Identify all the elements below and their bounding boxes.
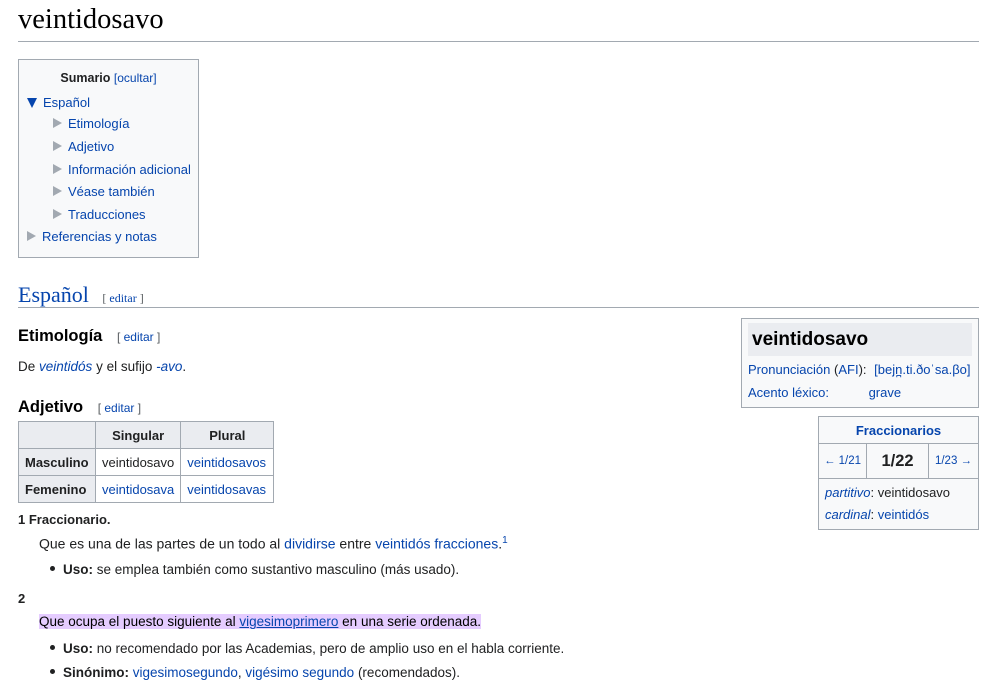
sense-2-header: 2 xyxy=(18,591,26,606)
partitivo-row: partitivo: veintidosavo xyxy=(825,485,951,500)
bullet-icon xyxy=(50,669,55,674)
afi-link[interactable]: AFI xyxy=(838,362,858,377)
link-veintidosava[interactable]: veintidosava xyxy=(102,482,174,497)
infobox-title: veintidosavo xyxy=(748,323,972,356)
sense-1-uso: Uso: se emplea también como sustantivo m… xyxy=(50,562,459,577)
link-veintidosavas[interactable]: veintidosavas xyxy=(187,482,266,497)
table-row: Femenino veintidosava veintidosavas xyxy=(18,475,275,503)
sense-2-definition: Que ocupa el puesto siguiente al vigesim… xyxy=(39,614,482,629)
acento-row: Acento léxico: grave xyxy=(748,385,901,400)
triangle-right-icon[interactable] xyxy=(53,164,62,174)
fraccionarios-box: Fraccionarios ← 1/21 1/22 1/23 → partiti… xyxy=(818,416,979,530)
table-header-empty xyxy=(18,421,96,449)
link-vigesimosegundo[interactable]: vigesimosegundo xyxy=(133,665,238,680)
edit-section-etimologia: [ editar ] xyxy=(116,330,161,344)
link-vigesimo-segundo[interactable]: vigésimo segundo xyxy=(245,665,354,680)
link-vigesimoprimero[interactable]: vigesimoprimero xyxy=(239,614,338,629)
triangle-right-icon[interactable] xyxy=(53,186,62,196)
toc-header: Sumario [ocultar] xyxy=(19,71,198,85)
etymology-text: De veintidós y el sufijo -avo. xyxy=(18,359,187,374)
bullet-icon xyxy=(50,566,55,571)
reference-1[interactable]: 1 xyxy=(502,535,508,546)
title-divider xyxy=(18,41,979,42)
row-label-masculino: Masculino xyxy=(18,448,96,476)
acento-value[interactable]: grave xyxy=(869,385,902,400)
toc-hide-link[interactable]: [ocultar] xyxy=(114,71,157,85)
toc-item-adjetivo[interactable]: Adjetivo xyxy=(53,139,114,154)
toc-item-informacion-adicional[interactable]: Información adicional xyxy=(53,162,191,177)
pronunciation-infobox: veintidosavo Pronunciación (AFI): [bejn̪… xyxy=(741,318,979,408)
table-header-row: Singular Plural xyxy=(18,421,275,449)
cardinal-link[interactable]: cardinal xyxy=(825,507,871,522)
table-row: Masculino veintidosavo veintidosavos xyxy=(18,448,275,476)
edit-section-espanol: [ editar ] xyxy=(102,291,144,305)
triangle-down-icon[interactable] xyxy=(27,98,37,108)
link-veintidos-2[interactable]: veintidós xyxy=(375,536,430,552)
toc-item-vease-tambien[interactable]: Véase también xyxy=(53,184,155,199)
fraccionario-next: 1/23 → xyxy=(929,444,978,479)
pronunciation-value[interactable]: [bejn̪.ti.ðoˈsa.βo] xyxy=(874,362,970,377)
fraccionarios-title[interactable]: Fraccionarios xyxy=(819,417,978,444)
toc-item-traducciones[interactable]: Traducciones xyxy=(53,207,146,222)
link-fracciones[interactable]: fracciones xyxy=(434,536,498,552)
table-header-singular: Singular xyxy=(94,421,182,449)
section-divider xyxy=(18,307,979,308)
fraccionario-current: 1/22 xyxy=(867,444,929,479)
triangle-right-icon[interactable] xyxy=(53,141,62,151)
cardinal-row: cardinal: veintidós xyxy=(825,507,930,522)
table-of-contents: Sumario [ocultar] Español Etimología Adj… xyxy=(18,59,199,258)
toc-item-espanol[interactable]: Español xyxy=(27,95,90,110)
toc-title: Sumario xyxy=(60,71,111,85)
triangle-right-icon[interactable] xyxy=(53,209,62,219)
page-title: veintidosavo xyxy=(18,4,164,35)
link-veintidosavos[interactable]: veintidosavos xyxy=(187,455,266,470)
link-dividirse[interactable]: dividirse xyxy=(284,536,335,552)
triangle-right-icon[interactable] xyxy=(53,118,62,128)
cardinal-value-link[interactable]: veintidós xyxy=(878,507,929,522)
sense-2-uso: Uso: no recomendado por las Academias, p… xyxy=(50,641,564,656)
sense-1-header: 1 Fraccionario. xyxy=(18,512,111,527)
inflection-table: Singular Plural Masculino veintidosavo v… xyxy=(18,421,275,503)
sense-1-definition: Que es una de las partes de un todo al d… xyxy=(39,535,508,552)
link-veintidos[interactable]: veintidós xyxy=(39,359,92,374)
toc-item-etimologia[interactable]: Etimología xyxy=(53,116,129,131)
toc-item-referencias[interactable]: Referencias y notas xyxy=(27,229,157,244)
section-heading-etimologia: Etimología [ editar ] xyxy=(18,327,161,345)
row-label-femenino: Femenino xyxy=(18,475,96,503)
sense-2-sinonimo: Sinónimo: vigesimosegundo, vigésimo segu… xyxy=(50,665,460,680)
partitivo-link[interactable]: partitivo xyxy=(825,485,871,500)
pronunciation-label[interactable]: Pronunciación xyxy=(748,362,830,377)
bullet-icon xyxy=(50,645,55,650)
triangle-right-icon[interactable] xyxy=(27,231,36,241)
pronunciation-row: Pronunciación (AFI): [bejn̪.ti.ðoˈsa.βo] xyxy=(748,362,971,377)
fraccionario-prev: ← 1/21 xyxy=(819,444,867,479)
edit-section-adjetivo: [ editar ] xyxy=(97,401,142,415)
section-heading-adjetivo: Adjetivo [ editar ] xyxy=(18,398,142,416)
link-avo[interactable]: -avo xyxy=(156,359,182,374)
table-header-plural: Plural xyxy=(180,421,275,449)
cell-masculino-singular: veintidosavo xyxy=(94,448,182,476)
section-heading-espanol: Español [ editar ] xyxy=(18,282,144,307)
acento-label[interactable]: Acento léxico: xyxy=(748,385,829,400)
